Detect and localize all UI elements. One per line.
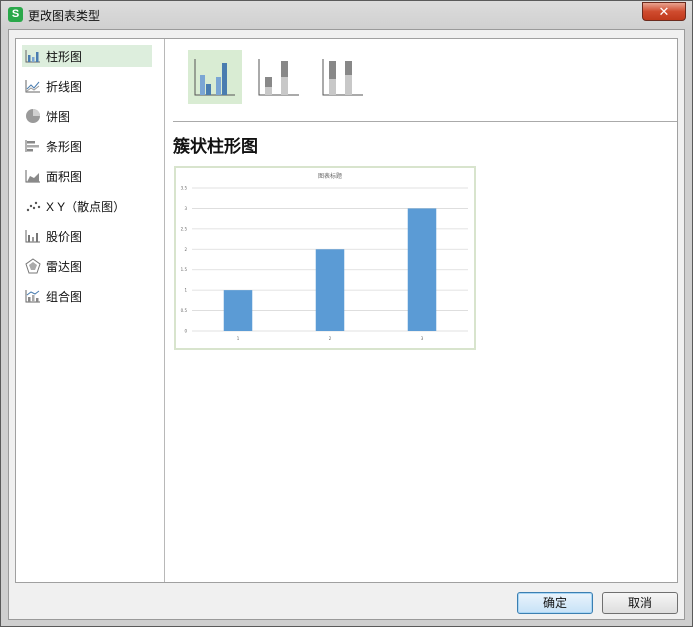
sidebar-item-pie[interactable]: 饼图 [22, 105, 152, 127]
chart-category-list: 柱形图 折线图 饼图 条形图 面积图 X Y（散点图） 股价图 雷达图 组合图 [16, 39, 165, 582]
x-tick-label: 3 [421, 336, 424, 341]
sidebar-item-label: X Y（散点图） [46, 199, 126, 214]
sidebar-item-scatter[interactable]: X Y（散点图） [22, 195, 152, 217]
title-bar[interactable]: S 更改图表类型 ✕ [1, 1, 692, 29]
sidebar-item-label: 股价图 [46, 229, 83, 244]
scatter-chart-icon [24, 199, 41, 213]
column-chart-icon [24, 49, 41, 63]
sidebar-item-bar[interactable]: 条形图 [22, 135, 152, 157]
chart-type-panel: 柱形图 折线图 饼图 条形图 面积图 X Y（散点图） 股价图 雷达图 组合图 … [15, 38, 678, 583]
chart-preview: 图表标题 0 0.5 1 1.5 2 2.5 3 3.5 1 2 3 [174, 166, 476, 350]
sidebar-item-label: 折线图 [46, 79, 83, 94]
area-chart-icon [24, 169, 41, 183]
percent-stacked-column-icon [322, 59, 363, 96]
y-tick-label: 3.5 [181, 186, 188, 191]
y-tick-label: 0 [184, 329, 187, 334]
sidebar-item-combo[interactable]: 组合图 [22, 285, 152, 307]
clustered-column-icon [194, 59, 235, 96]
change-chart-type-dialog: S 更改图表类型 ✕ 柱形图 折线图 饼图 条形图 面积图 X Y（散点图） 股… [0, 0, 693, 627]
combo-chart-icon [24, 289, 41, 303]
sidebar-item-line[interactable]: 折线图 [22, 75, 152, 97]
x-tick-label: 2 [329, 336, 332, 341]
dialog-client-area: 柱形图 折线图 饼图 条形图 面积图 X Y（散点图） 股价图 雷达图 组合图 … [8, 29, 685, 620]
sidebar-item-area[interactable]: 面积图 [22, 165, 152, 187]
dialog-title: 更改图表类型 [28, 9, 101, 23]
sidebar-item-label: 雷达图 [46, 259, 83, 274]
y-tick-label: 1.5 [181, 267, 188, 272]
x-tick-label: 1 [237, 336, 240, 341]
close-button[interactable]: ✕ [642, 2, 686, 21]
chart-title: 图表标题 [318, 172, 342, 180]
sidebar-item-label: 柱形图 [46, 49, 83, 64]
pie-chart-icon [24, 109, 41, 123]
chart-type-content: 簇状柱形图 图表标题 0 0.5 1 1.5 2 2.5 3 3.5 1 2 3 [165, 39, 677, 582]
sidebar-item-label: 饼图 [46, 109, 71, 124]
y-tick-label: 2 [184, 247, 187, 252]
sidebar-item-label: 组合图 [46, 289, 83, 304]
y-tick-label: 3 [184, 206, 187, 211]
ok-button[interactable]: 确定 [517, 592, 593, 614]
preview-chart-svg: 图表标题 0 0.5 1 1.5 2 2.5 3 3.5 1 2 3 [181, 172, 468, 341]
line-chart-icon [24, 79, 41, 93]
y-tick-label: 2.5 [181, 226, 188, 231]
y-tick-label: 1 [184, 288, 187, 293]
sidebar-item-label: 面积图 [46, 169, 83, 184]
stock-chart-icon [24, 229, 41, 243]
subtype-title: 簇状柱形图 [173, 137, 258, 157]
bar-chart-icon [24, 139, 41, 153]
cancel-button[interactable]: 取消 [602, 592, 678, 614]
sidebar-item-radar[interactable]: 雷达图 [22, 255, 152, 277]
sidebar-item-column[interactable]: 柱形图 [22, 45, 152, 67]
subtype-percent-stacked-column[interactable] [316, 50, 370, 104]
y-tick-label: 0.5 [181, 308, 188, 313]
bar [407, 208, 437, 331]
radar-chart-icon [24, 258, 41, 274]
divider [173, 121, 677, 122]
bar [315, 249, 345, 331]
sidebar-item-stock[interactable]: 股价图 [22, 225, 152, 247]
bar [223, 290, 253, 331]
stacked-column-icon [258, 59, 299, 96]
sidebar-item-label: 条形图 [46, 139, 83, 154]
subtype-clustered-column[interactable] [188, 50, 242, 104]
spreadsheet-app-icon: S [8, 7, 23, 22]
subtype-stacked-column[interactable] [252, 50, 306, 104]
